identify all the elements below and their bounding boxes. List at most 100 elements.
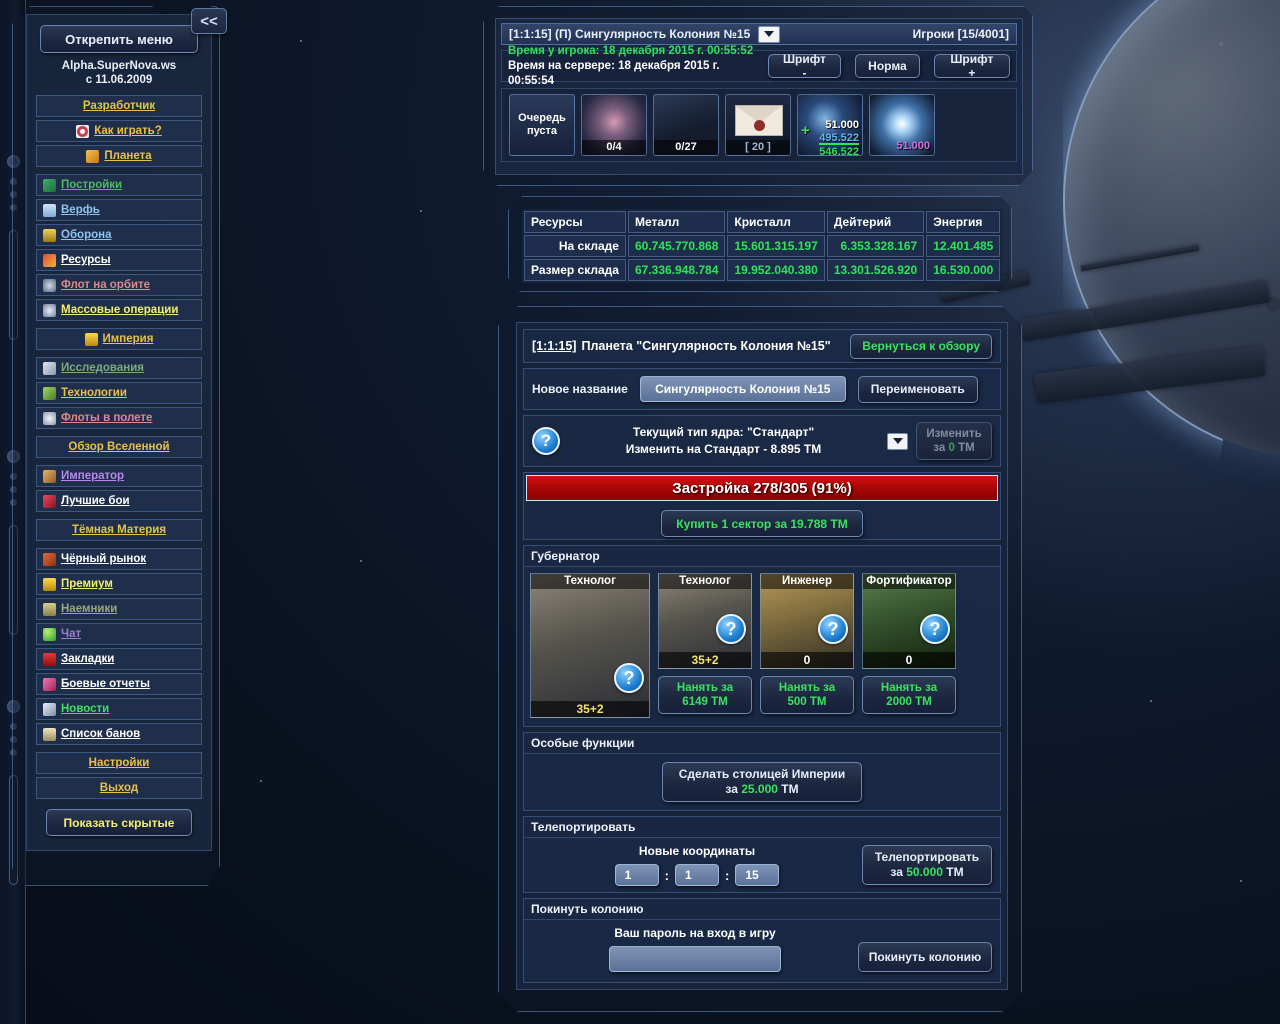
sidebar-item-27[interactable]: Выход bbox=[36, 777, 202, 799]
planet-selector-dropdown[interactable] bbox=[758, 25, 781, 43]
sidebar-item-label: Технологии bbox=[61, 387, 127, 399]
hire-governor-button-3[interactable]: Нанять за 2000 ТМ bbox=[862, 676, 956, 714]
sidebar-item-18[interactable]: Чёрный рынок bbox=[36, 548, 202, 570]
back-to-overview-button[interactable]: Вернуться к обзору bbox=[850, 333, 992, 359]
build-queue-line2: пуста bbox=[526, 125, 558, 137]
make-capital-button[interactable]: Сделать столицей Империи за 25.000 ТМ bbox=[661, 762, 863, 802]
sidebar-item-label: Оборона bbox=[61, 229, 112, 241]
teleport-position-input[interactable] bbox=[735, 864, 780, 886]
build-queue-icon[interactable]: Очередь пуста bbox=[509, 94, 575, 156]
current-governor-card[interactable]: Технолог ? 35+2 bbox=[530, 573, 650, 718]
governor-card-value: 35+2 bbox=[659, 652, 751, 668]
help-icon[interactable]: ? bbox=[532, 427, 560, 455]
sidebar-item-label: Обзор Вселенной bbox=[68, 441, 170, 453]
sidebar-item-13[interactable]: Флоты в полете bbox=[36, 407, 202, 429]
collapse-menu-button[interactable]: << bbox=[191, 8, 227, 34]
hire-governor-button-1[interactable]: Нанять за 6149 ТМ bbox=[658, 676, 752, 714]
planet-coordinates[interactable]: [1:1:15] bbox=[532, 339, 576, 353]
font-normal-button[interactable]: Норма bbox=[855, 54, 920, 78]
sidebar-item-25[interactable]: Список банов bbox=[36, 723, 202, 745]
sidebar-item-8[interactable]: Флот на орбите bbox=[36, 274, 202, 296]
password-input[interactable] bbox=[609, 946, 781, 972]
governor-card-value: 0 bbox=[761, 652, 853, 668]
help-icon[interactable]: ? bbox=[614, 663, 644, 693]
sidebar-item-9[interactable]: Массовые операции bbox=[36, 299, 202, 321]
sidebar-item-14[interactable]: Обзор Вселенной bbox=[36, 436, 202, 458]
sidebar-item-2[interactable]: Как играть? bbox=[36, 120, 202, 142]
governor-card-name: Технолог bbox=[659, 574, 751, 589]
governor-card-1[interactable]: Технолог? 35+2 bbox=[658, 573, 752, 669]
leave-colony-button[interactable]: Покинуть колонию bbox=[858, 942, 992, 972]
resources-cell: 12.401.485 bbox=[926, 235, 1001, 257]
governor-card-2[interactable]: Инженер? 0 bbox=[760, 573, 854, 669]
teleport-galaxy-input[interactable] bbox=[614, 864, 659, 886]
mass-ops-icon bbox=[43, 303, 56, 317]
buy-sector-button[interactable]: Купить 1 сектор за 19.788 ТМ bbox=[661, 510, 863, 537]
sidebar-item-24[interactable]: Новости bbox=[36, 698, 202, 720]
status-icons-row: Очередь пуста 0/4 0/27 [ 20 ] + 51.000 4… bbox=[501, 88, 1017, 162]
sidebar-item-7[interactable]: Ресурсы bbox=[36, 249, 202, 271]
sidebar-item-20[interactable]: Наемники bbox=[36, 598, 202, 620]
best-battles-icon bbox=[43, 494, 56, 508]
hire-governor-button-2[interactable]: Нанять за 500 ТМ bbox=[760, 676, 854, 714]
help-icon[interactable]: ? bbox=[920, 614, 950, 644]
rename-button[interactable]: Переименовать bbox=[857, 375, 978, 403]
sidebar-item-21[interactable]: Чат bbox=[36, 623, 202, 645]
help-icon[interactable]: ? bbox=[818, 614, 848, 644]
target-icon bbox=[76, 124, 90, 138]
messages-icon[interactable]: [ 20 ] bbox=[725, 94, 791, 156]
current-governor-name: Технолог bbox=[531, 574, 649, 589]
crystal-dm-icon[interactable]: 51.000 bbox=[869, 94, 935, 156]
rename-label: Новое название bbox=[532, 382, 628, 396]
sidebar-item-15[interactable]: Император bbox=[36, 465, 202, 487]
font-decrease-button[interactable]: Шрифт - bbox=[767, 52, 842, 80]
sidebar-item-26[interactable]: Настройки bbox=[36, 752, 202, 774]
sidebar-item-19[interactable]: Премиум bbox=[36, 573, 202, 595]
sidebar-item-label: Выход bbox=[99, 782, 139, 794]
make-capital-unit: ТМ bbox=[781, 782, 799, 796]
crystal-dm-value: 51.000 bbox=[896, 140, 930, 152]
teleport-cost: 50.000 bbox=[906, 865, 943, 879]
sidebar-item-label: Массовые операции bbox=[61, 304, 179, 316]
resources-header-2: Металл bbox=[627, 211, 726, 233]
sidebar-item-4[interactable]: Постройки bbox=[36, 174, 202, 196]
fleet-icon[interactable]: 0/4 bbox=[581, 94, 647, 156]
sidebar-item-label: Флот на орбите bbox=[61, 279, 151, 291]
sidebar-item-10[interactable]: Империя bbox=[36, 328, 202, 350]
news-icon bbox=[43, 702, 56, 716]
sidebar-item-label: Новости bbox=[61, 703, 110, 715]
dark-matter-icon[interactable]: + 51.000 495.522 546.522 bbox=[797, 94, 863, 156]
hire-cost: 500 ТМ bbox=[787, 696, 827, 708]
governor-card-name: Инженер bbox=[761, 574, 853, 589]
sidebar-item-5[interactable]: Верфь bbox=[36, 199, 202, 221]
defense-count: 0/27 bbox=[654, 140, 718, 155]
sidebar-item-12[interactable]: Технологии bbox=[36, 382, 202, 404]
teleport-system-input[interactable] bbox=[675, 864, 719, 886]
governor-section-title: Губернатор bbox=[524, 546, 1000, 567]
sidebar-item-label: Премиум bbox=[61, 578, 113, 590]
unpin-menu-button[interactable]: Открепить меню bbox=[40, 25, 198, 53]
change-core-button[interactable]: Изменить за 0 ТМ bbox=[916, 422, 992, 460]
sidebar-item-23[interactable]: Боевые отчеты bbox=[36, 673, 202, 695]
planet-selector-bar[interactable]: [1:1:15] (П) Сингулярность Колония №15 И… bbox=[501, 23, 1017, 45]
sidebar-item-label: Верфь bbox=[61, 204, 100, 216]
top-panel: [1:1:15] (П) Сингулярность Колония №15 И… bbox=[495, 18, 1023, 175]
sidebar-item-17[interactable]: Тёмная Материя bbox=[36, 519, 202, 541]
governor-card-3[interactable]: Фортификатор? 0 bbox=[862, 573, 956, 669]
sidebar-item-11[interactable]: Исследования bbox=[36, 357, 202, 379]
table-row: Размер склада 67.336.948.784 19.952.040.38… bbox=[524, 259, 1001, 281]
help-icon[interactable]: ? bbox=[716, 614, 746, 644]
sidebar-item-22[interactable]: Закладки bbox=[36, 648, 202, 670]
core-type-dropdown[interactable] bbox=[887, 432, 908, 450]
teleport-button[interactable]: Телепортировать за 50.000 ТМ bbox=[862, 845, 992, 885]
resources-cell: 60.745.770.868 bbox=[627, 235, 726, 257]
sidebar-item-6[interactable]: Оборона bbox=[36, 224, 202, 246]
font-increase-button[interactable]: Шрифт + bbox=[933, 52, 1010, 80]
defense-icon[interactable]: 0/27 bbox=[653, 94, 719, 156]
hire-cost: 6149 ТМ bbox=[682, 696, 728, 708]
sidebar-item-16[interactable]: Лучшие бои bbox=[36, 490, 202, 512]
show-hidden-button[interactable]: Показать скрытые bbox=[46, 809, 192, 836]
planet-name-input[interactable] bbox=[639, 376, 846, 402]
sidebar-item-3[interactable]: Планета bbox=[36, 145, 202, 167]
sidebar-item-1[interactable]: Разработчик bbox=[36, 95, 202, 117]
